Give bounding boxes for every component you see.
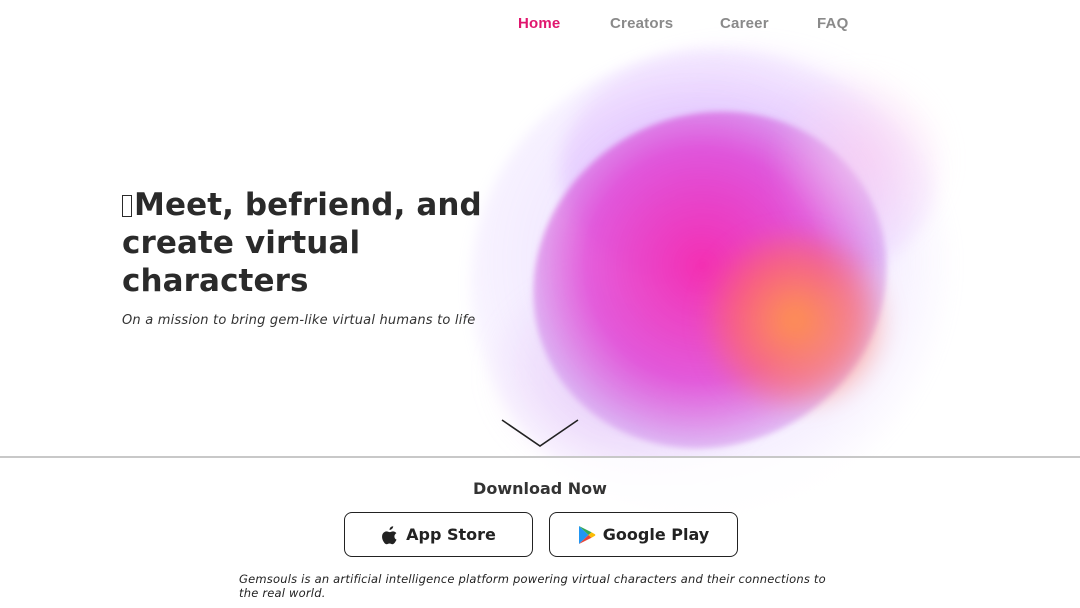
hero-title-line1: Meet, befriend, and — [134, 187, 482, 223]
blob-layer-top — [560, 40, 940, 300]
nav-link-career[interactable]: Career — [720, 15, 769, 32]
hero-title: Meet, befriend, and create virtual chara… — [122, 186, 542, 300]
hero-title-line2: create virtual characters — [122, 225, 361, 299]
section-divider — [0, 456, 1080, 458]
blob-layer-highlight — [770, 60, 950, 260]
top-navigation: Home Creators Career FAQ — [0, 15, 1080, 35]
google-play-label: Google Play — [602, 525, 710, 544]
download-heading: Download Now — [473, 479, 607, 498]
chevron-down-icon[interactable] — [500, 418, 580, 450]
app-store-button[interactable]: App Store — [344, 512, 533, 557]
google-play-icon — [578, 525, 596, 544]
hero-section: Meet, befriend, and create virtual chara… — [122, 186, 542, 328]
nav-link-home[interactable]: Home — [518, 15, 560, 32]
blob-layer-orange — [695, 230, 895, 410]
hero-subtitle: On a mission to bring gem-like virtual h… — [122, 313, 476, 328]
missing-glyph-icon — [122, 195, 132, 217]
nav-link-faq[interactable]: FAQ — [817, 15, 848, 32]
google-play-button[interactable]: Google Play — [549, 512, 738, 557]
nav-link-creators[interactable]: Creators — [610, 15, 673, 32]
platform-description: Gemsouls is an artificial intelligence p… — [239, 572, 826, 600]
apple-icon — [382, 525, 397, 544]
app-store-label: App Store — [406, 525, 496, 544]
